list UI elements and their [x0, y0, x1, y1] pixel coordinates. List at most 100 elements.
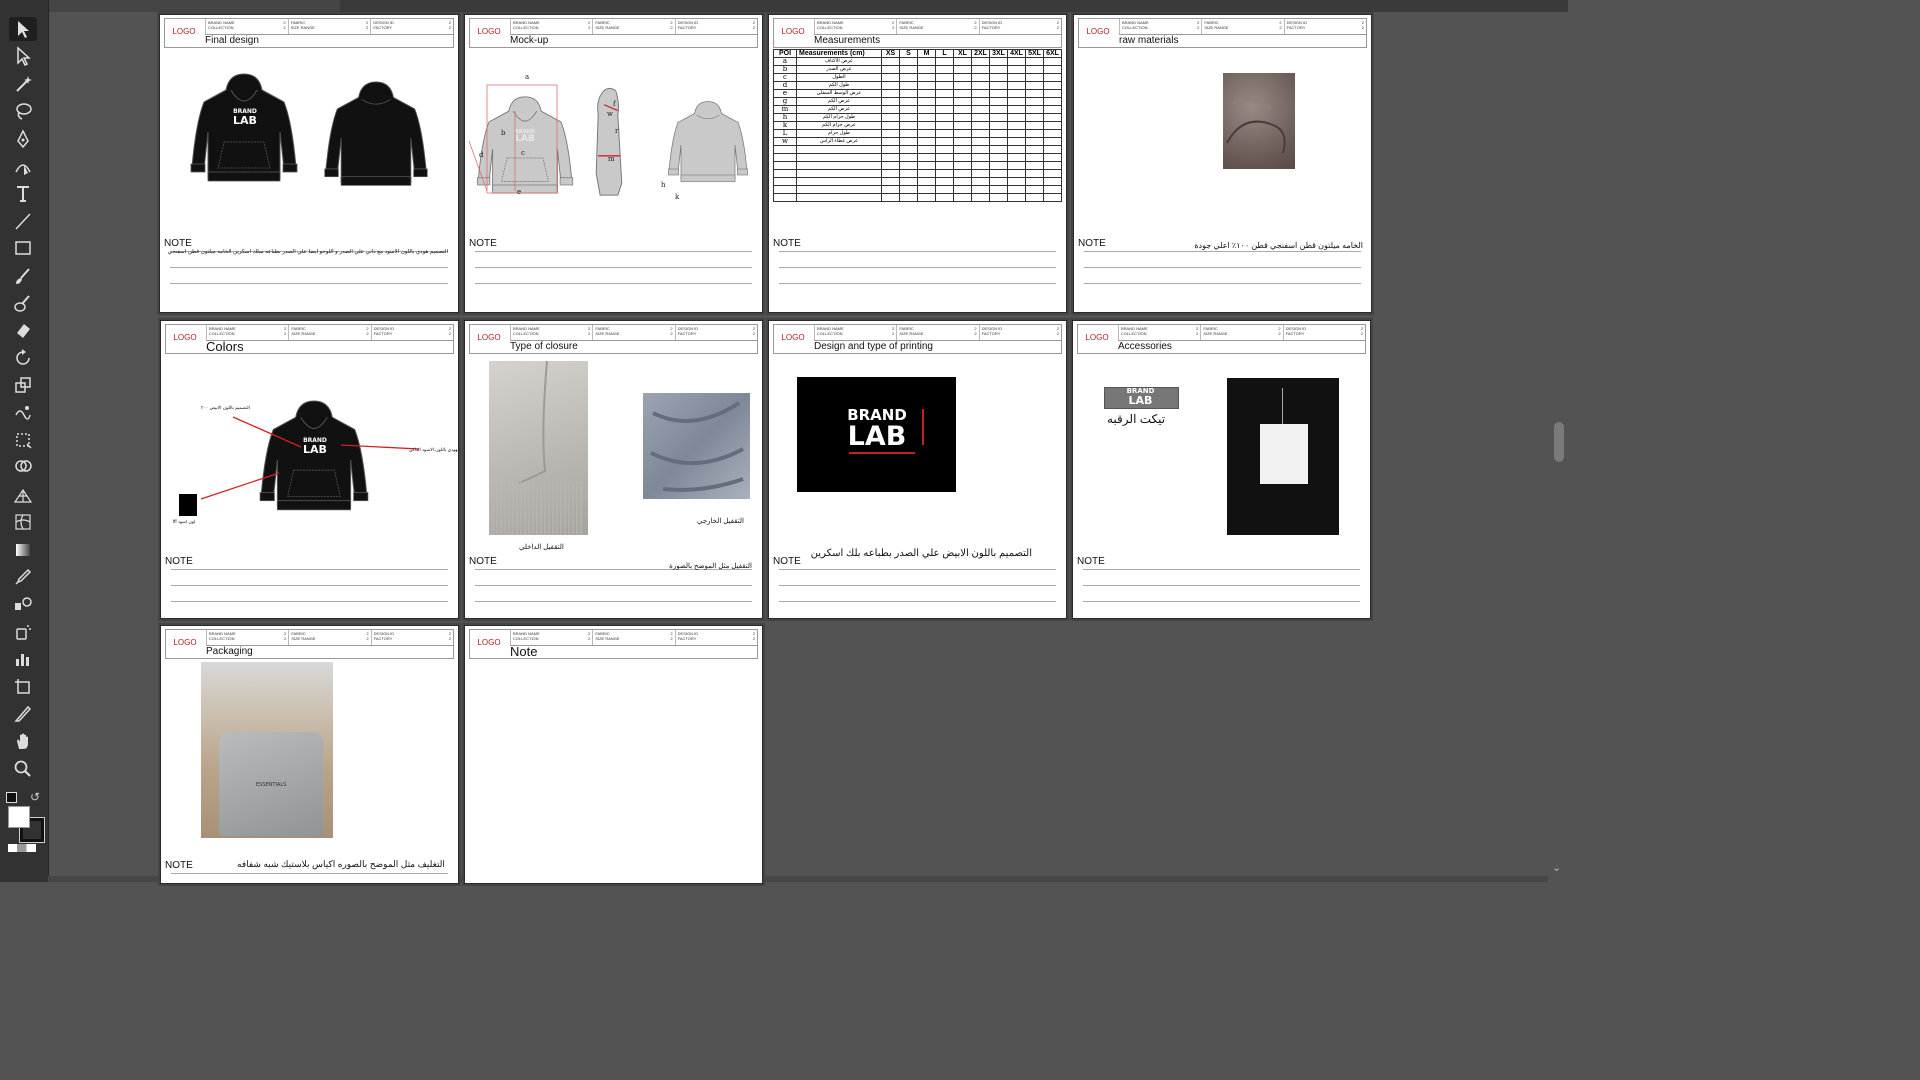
- size-value-cell[interactable]: [881, 65, 900, 74]
- poi-cell[interactable]: [773, 161, 797, 170]
- size-value-cell[interactable]: [935, 89, 954, 98]
- size-value-cell[interactable]: [1025, 153, 1044, 162]
- artboard-icon[interactable]: [9, 675, 37, 699]
- size-value-cell[interactable]: [989, 177, 1008, 186]
- size-value-cell[interactable]: [1025, 169, 1044, 178]
- eraser-icon[interactable]: [9, 318, 37, 342]
- size-value-cell[interactable]: [881, 177, 900, 186]
- size-value-cell[interactable]: [917, 121, 936, 130]
- size-value-cell[interactable]: [1043, 81, 1062, 90]
- size-value-cell[interactable]: [971, 73, 990, 82]
- size-value-cell[interactable]: [935, 73, 954, 82]
- size-value-cell[interactable]: [1043, 57, 1062, 66]
- size-value-cell[interactable]: [1043, 193, 1062, 202]
- poi-cell[interactable]: [773, 169, 797, 178]
- size-value-cell[interactable]: [953, 113, 972, 122]
- size-value-cell[interactable]: [917, 57, 936, 66]
- size-value-cell[interactable]: [953, 121, 972, 130]
- size-value-cell[interactable]: [917, 73, 936, 82]
- size-value-cell[interactable]: [899, 137, 918, 146]
- size-value-cell[interactable]: [1043, 185, 1062, 194]
- size-value-cell[interactable]: [881, 81, 900, 90]
- eyedropper-icon[interactable]: [9, 565, 37, 589]
- size-value-cell[interactable]: [881, 145, 900, 154]
- direct-selection-icon[interactable]: [9, 44, 37, 68]
- size-value-cell[interactable]: [899, 145, 918, 154]
- size-value-cell[interactable]: [899, 185, 918, 194]
- size-value-cell[interactable]: [935, 145, 954, 154]
- size-value-cell[interactable]: [917, 105, 936, 114]
- size-value-cell[interactable]: [1043, 161, 1062, 170]
- artboard-measurements[interactable]: LOGO BRAND NAME COLLECTION 2 2 FABRIC SIZE RAN…: [768, 14, 1067, 313]
- size-value-cell[interactable]: [989, 89, 1008, 98]
- measurement-label-cell[interactable]: طول الكم: [796, 81, 882, 90]
- size-value-cell[interactable]: [953, 153, 972, 162]
- size-value-cell[interactable]: [971, 89, 990, 98]
- size-value-cell[interactable]: [971, 57, 990, 66]
- size-value-cell[interactable]: [935, 129, 954, 138]
- artboard-final-design[interactable]: LOGO BRAND NAME COLLECTION 2 2 FABRIC SIZE RAN…: [159, 14, 459, 313]
- size-value-cell[interactable]: [917, 97, 936, 106]
- artboard-note[interactable]: LOGO BRAND NAME COLLECTION 2 2 FABRIC SIZE RAN…: [464, 625, 763, 884]
- size-value-cell[interactable]: [1007, 121, 1026, 130]
- size-value-cell[interactable]: [1007, 73, 1026, 82]
- measurement-label-cell[interactable]: [796, 161, 882, 170]
- size-value-cell[interactable]: [953, 193, 972, 202]
- size-value-cell[interactable]: [953, 97, 972, 106]
- size-value-cell[interactable]: [1043, 153, 1062, 162]
- size-value-cell[interactable]: [881, 73, 900, 82]
- size-value-cell[interactable]: [953, 185, 972, 194]
- size-value-cell[interactable]: [1007, 97, 1026, 106]
- size-value-cell[interactable]: [935, 169, 954, 178]
- size-value-cell[interactable]: [1025, 81, 1044, 90]
- measurement-label-cell[interactable]: عرض حزام الكم: [796, 121, 882, 130]
- size-value-cell[interactable]: [1007, 145, 1026, 154]
- size-value-cell[interactable]: [989, 145, 1008, 154]
- size-value-cell[interactable]: [881, 193, 900, 202]
- none-swatch-icon[interactable]: [8, 844, 36, 852]
- size-value-cell[interactable]: [1043, 121, 1062, 130]
- fill-swatch[interactable]: [8, 806, 30, 828]
- size-value-cell[interactable]: [899, 193, 918, 202]
- measurement-label-cell[interactable]: [796, 169, 882, 178]
- size-value-cell[interactable]: [1025, 121, 1044, 130]
- measurement-label-cell[interactable]: طول حزام الكم: [796, 113, 882, 122]
- size-value-cell[interactable]: [989, 81, 1008, 90]
- column-graph-icon[interactable]: [9, 647, 37, 671]
- measurement-label-cell[interactable]: عرض الكم: [796, 105, 882, 114]
- size-value-cell[interactable]: [971, 65, 990, 74]
- size-value-cell[interactable]: [1007, 129, 1026, 138]
- size-value-cell[interactable]: [881, 153, 900, 162]
- size-value-cell[interactable]: [989, 121, 1008, 130]
- size-value-cell[interactable]: [989, 185, 1008, 194]
- size-value-cell[interactable]: [1007, 169, 1026, 178]
- size-value-cell[interactable]: [899, 97, 918, 106]
- size-value-cell[interactable]: [917, 145, 936, 154]
- size-value-cell[interactable]: [1043, 129, 1062, 138]
- type-icon[interactable]: [9, 181, 37, 205]
- size-value-cell[interactable]: [953, 65, 972, 74]
- poi-cell[interactable]: [773, 185, 797, 194]
- measurement-label-cell[interactable]: [796, 185, 882, 194]
- free-transform-icon[interactable]: [9, 428, 37, 452]
- size-value-cell[interactable]: [917, 193, 936, 202]
- size-value-cell[interactable]: [917, 113, 936, 122]
- size-value-cell[interactable]: [881, 113, 900, 122]
- size-value-cell[interactable]: [1007, 177, 1026, 186]
- size-value-cell[interactable]: [1025, 177, 1044, 186]
- symbol-sprayer-icon[interactable]: [9, 620, 37, 644]
- size-value-cell[interactable]: [971, 153, 990, 162]
- size-value-cell[interactable]: [1043, 113, 1062, 122]
- size-value-cell[interactable]: [989, 65, 1008, 74]
- measurement-label-cell[interactable]: عرض غطاء الراس: [796, 137, 882, 146]
- size-value-cell[interactable]: [989, 73, 1008, 82]
- size-value-cell[interactable]: [917, 81, 936, 90]
- size-value-cell[interactable]: [1007, 161, 1026, 170]
- pen-icon[interactable]: [9, 127, 37, 151]
- size-value-cell[interactable]: [971, 177, 990, 186]
- size-value-cell[interactable]: [1007, 57, 1026, 66]
- measurement-label-cell[interactable]: [796, 145, 882, 154]
- size-value-cell[interactable]: [881, 129, 900, 138]
- scale-icon[interactable]: [9, 373, 37, 397]
- size-value-cell[interactable]: [1007, 113, 1026, 122]
